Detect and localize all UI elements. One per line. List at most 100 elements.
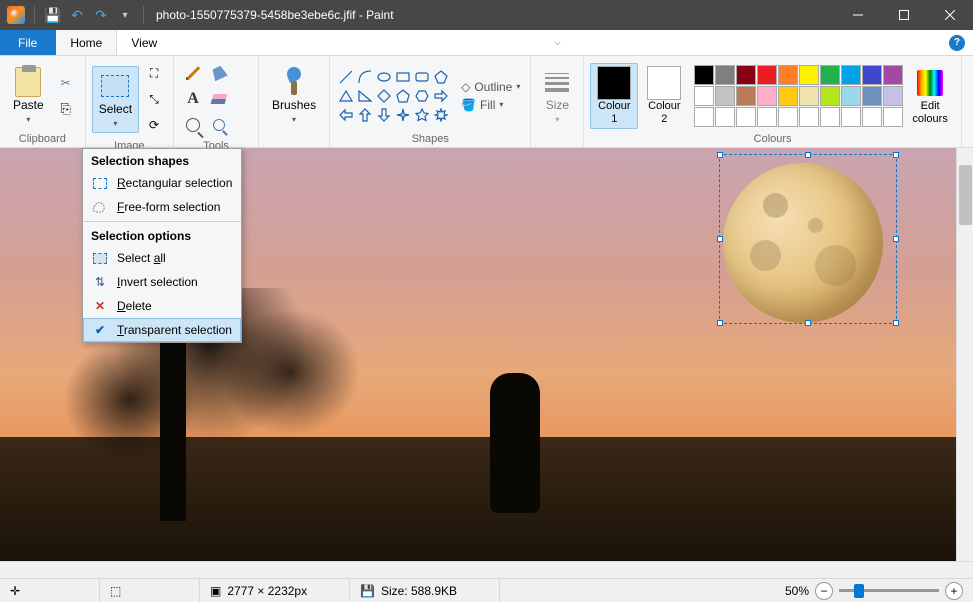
handle-se[interactable]: [893, 320, 899, 326]
swatch[interactable]: [715, 86, 735, 106]
swatch[interactable]: [757, 65, 777, 85]
shape-rtriangle: [357, 88, 373, 104]
swatch[interactable]: [841, 65, 861, 85]
crop-button[interactable]: ⛶: [143, 62, 165, 84]
handle-sw[interactable]: [717, 320, 723, 326]
swatch[interactable]: [694, 86, 714, 106]
swatch-empty[interactable]: [841, 107, 861, 127]
swatch[interactable]: [799, 86, 819, 106]
menu-rectangular-selection[interactable]: RRectangular selectionectangular selecti…: [83, 171, 241, 195]
colour1-button[interactable]: Colour 1: [590, 63, 638, 129]
cut-button[interactable]: ✂: [55, 72, 77, 94]
menu-freeform-selection[interactable]: Free-form selection: [83, 195, 241, 219]
help-icon[interactable]: ?: [949, 35, 965, 51]
select-button[interactable]: Select▾: [92, 66, 139, 133]
horizontal-scrollbar[interactable]: [0, 561, 973, 578]
rotate-icon: ⟳: [149, 118, 159, 132]
save-icon[interactable]: 💾: [43, 5, 63, 25]
colour2-button[interactable]: Colour 2: [640, 63, 688, 129]
edit-colours-button[interactable]: Edit colours: [905, 63, 954, 129]
menu-delete[interactable]: ✕ Delete: [83, 294, 241, 318]
select-dropdown: Selection shapes RRectangular selectione…: [82, 148, 242, 343]
text-tool[interactable]: A: [182, 88, 204, 110]
group-tools: A Tools: [174, 56, 259, 147]
disk-icon: 💾: [360, 584, 375, 598]
swatch[interactable]: [778, 86, 798, 106]
group-brushes: Brushes▾ .: [259, 56, 330, 147]
tab-home[interactable]: Home: [56, 30, 117, 55]
menu-transparent-selection[interactable]: ✔ Transparent selection: [83, 318, 241, 342]
fill-tool[interactable]: [208, 62, 230, 84]
undo-icon[interactable]: ↶: [67, 5, 87, 25]
swatch[interactable]: [715, 65, 735, 85]
shape-star4: [395, 107, 411, 123]
rotate-button[interactable]: ⟳: [143, 114, 165, 136]
handle-s[interactable]: [805, 320, 811, 326]
menu-invert-selection[interactable]: ⇅ Invert selection: [83, 270, 241, 294]
paint3d-button[interactable]: Edit with Paint 3D: [968, 60, 973, 152]
shape-fill-button[interactable]: 🪣Fill ▾: [457, 97, 524, 113]
swatch[interactable]: [757, 86, 777, 106]
swatch[interactable]: [799, 65, 819, 85]
swatch[interactable]: [862, 65, 882, 85]
close-button[interactable]: [927, 0, 973, 30]
zoom-out-button[interactable]: −: [815, 582, 833, 600]
swatch[interactable]: [736, 86, 756, 106]
zoom-slider[interactable]: [839, 589, 939, 592]
swatch-empty[interactable]: [757, 107, 777, 127]
handle-n[interactable]: [805, 152, 811, 158]
copy-button[interactable]: ⎘: [55, 98, 77, 120]
colour-palette[interactable]: [694, 65, 903, 127]
handle-w[interactable]: [717, 236, 723, 242]
swatch[interactable]: [820, 86, 840, 106]
minimize-button[interactable]: [835, 0, 881, 30]
ribbon-collapse-icon[interactable]: ⌵: [555, 38, 561, 48]
swatch[interactable]: [862, 86, 882, 106]
ribbon-tabs: File Home View ⌵ ?: [0, 30, 973, 56]
swatch-empty[interactable]: [778, 107, 798, 127]
menu-select-all[interactable]: Select all: [83, 246, 241, 270]
shape-line: [338, 69, 354, 85]
size-button[interactable]: Size▾: [537, 62, 577, 129]
eraser-tool[interactable]: [208, 88, 230, 110]
swatch[interactable]: [883, 65, 903, 85]
handle-ne[interactable]: [893, 152, 899, 158]
vertical-scrollbar[interactable]: [956, 148, 973, 561]
swatch[interactable]: [841, 86, 861, 106]
dropdown-header-options: Selection options: [83, 224, 241, 246]
qat-customize-icon[interactable]: ▾: [115, 5, 135, 25]
redo-icon[interactable]: ↷: [91, 5, 111, 25]
handle-e[interactable]: [893, 236, 899, 242]
resize-button[interactable]: ⤡: [143, 88, 165, 110]
paste-button[interactable]: Paste▾: [6, 62, 51, 129]
swatch-empty[interactable]: [862, 107, 882, 127]
maximize-button[interactable]: [881, 0, 927, 30]
swatch-empty[interactable]: [694, 107, 714, 127]
zoom-in-button[interactable]: +: [945, 582, 963, 600]
swatch-empty[interactable]: [715, 107, 735, 127]
tab-view[interactable]: View: [117, 30, 172, 55]
swatch-empty[interactable]: [883, 107, 903, 127]
swatch-empty[interactable]: [736, 107, 756, 127]
handle-nw[interactable]: [717, 152, 723, 158]
tab-file[interactable]: File: [0, 30, 56, 55]
picker-tool[interactable]: [182, 114, 204, 136]
shape-polygon: [433, 69, 449, 85]
shape-outline-button[interactable]: ◇Outline ▾: [457, 79, 524, 95]
swatch-empty[interactable]: [820, 107, 840, 127]
selection-marquee[interactable]: [719, 154, 897, 324]
rainbow-icon: [917, 70, 943, 96]
swatch[interactable]: [736, 65, 756, 85]
magnifier-tool[interactable]: [208, 114, 230, 136]
swatch[interactable]: [883, 86, 903, 106]
fill-icon: 🪣: [461, 98, 476, 112]
rect-select-icon: [93, 178, 107, 189]
swatch-empty[interactable]: [799, 107, 819, 127]
shapes-gallery[interactable]: [336, 67, 451, 125]
swatch[interactable]: [694, 65, 714, 85]
pencil-tool[interactable]: [182, 62, 204, 84]
swatch[interactable]: [820, 65, 840, 85]
brushes-button[interactable]: Brushes▾: [265, 62, 323, 129]
shape-arrow-r: [433, 88, 449, 104]
swatch[interactable]: [778, 65, 798, 85]
